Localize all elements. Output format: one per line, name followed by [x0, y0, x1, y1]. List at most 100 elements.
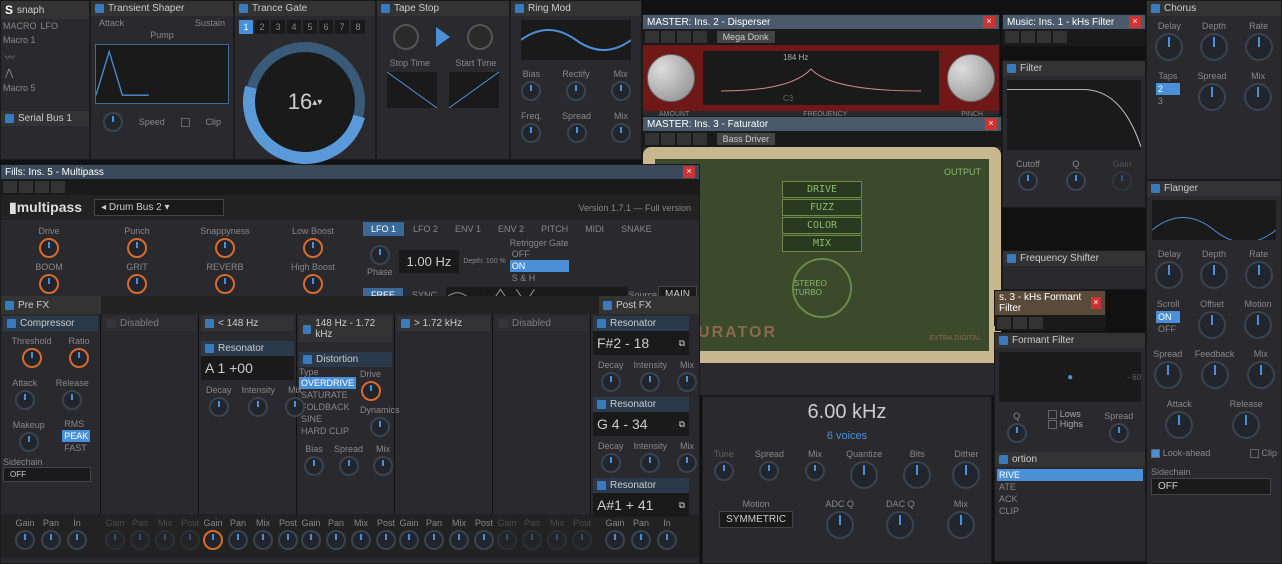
dist-sine[interactable]: SINE — [299, 413, 356, 425]
attack-knob[interactable] — [15, 390, 35, 410]
sidechain-select[interactable]: OFF — [1151, 478, 1271, 495]
intensity-knob[interactable] — [640, 453, 660, 473]
depth-knob[interactable] — [1200, 261, 1228, 289]
midi-tab[interactable]: MIDI — [577, 222, 612, 236]
pan-knob[interactable] — [631, 530, 651, 550]
motion-knob[interactable] — [1244, 311, 1272, 339]
pan-knob[interactable] — [522, 530, 542, 550]
step[interactable]: 7 — [335, 20, 349, 34]
tool-button[interactable] — [693, 31, 707, 43]
step[interactable]: 3 — [271, 20, 285, 34]
tune-knob[interactable] — [714, 461, 734, 481]
mix-knob[interactable] — [611, 123, 631, 143]
resonator-value[interactable]: F#2 - 18⧉ — [593, 331, 689, 355]
rate-knob[interactable] — [1245, 33, 1273, 61]
mix-knob[interactable] — [1247, 361, 1275, 389]
resonator-value[interactable]: A 1 +00 — [201, 356, 294, 380]
lfo1-tab[interactable]: LFO 1 — [363, 222, 404, 236]
trance-dial[interactable]: 16▴▾ — [245, 42, 365, 162]
close-icon[interactable]: × — [985, 118, 997, 130]
punch-knob[interactable] — [127, 238, 147, 258]
ret-on[interactable]: ON — [510, 260, 569, 272]
mix-knob[interactable] — [947, 511, 975, 539]
step[interactable]: 1 — [239, 20, 253, 34]
freq-knob[interactable] — [521, 123, 541, 143]
gain-knob[interactable] — [301, 530, 321, 550]
intensity-knob[interactable] — [248, 397, 268, 417]
spread-knob[interactable] — [1198, 83, 1226, 111]
start-curve[interactable] — [449, 72, 499, 108]
mix-knob[interactable] — [351, 530, 371, 550]
tool-button[interactable] — [693, 133, 707, 145]
color-button[interactable]: COLOR — [782, 217, 862, 234]
lfo2-tab[interactable]: LFO 2 — [405, 222, 446, 236]
close-icon[interactable]: × — [983, 16, 995, 28]
close-icon[interactable]: × — [1091, 297, 1101, 309]
snake-tab[interactable]: SNAKE — [613, 222, 660, 236]
step[interactable]: 5 — [303, 20, 317, 34]
step[interactable]: 8 — [351, 20, 365, 34]
close-icon[interactable]: × — [683, 166, 695, 178]
pan-knob[interactable] — [326, 530, 346, 550]
ratio-knob[interactable] — [69, 348, 89, 368]
play-button[interactable] — [436, 27, 450, 47]
sidechain-select[interactable]: OFF — [3, 467, 91, 482]
pan-knob[interactable] — [130, 530, 150, 550]
tool-button[interactable] — [677, 31, 691, 43]
quantize-knob[interactable] — [850, 461, 878, 489]
cutoff-knob[interactable] — [1018, 171, 1038, 191]
rms-opt[interactable]: RMS — [62, 418, 90, 430]
post-knob[interactable] — [278, 530, 298, 550]
freq-display[interactable]: 184 Hz C3 — [703, 51, 939, 105]
dacq-knob[interactable] — [886, 511, 914, 539]
makeup-knob[interactable] — [19, 432, 39, 452]
spread-knob[interactable] — [339, 456, 359, 476]
dist-saturate[interactable]: SATURATE — [299, 389, 356, 401]
drive-knob[interactable] — [361, 381, 381, 401]
intensity-knob[interactable] — [640, 372, 660, 392]
post-knob[interactable] — [376, 530, 396, 550]
tool-button[interactable] — [1005, 31, 1019, 43]
boom-knob[interactable] — [39, 274, 59, 294]
offset-knob[interactable] — [1198, 311, 1226, 339]
dynamics-knob[interactable] — [370, 417, 390, 437]
mix-knob[interactable] — [611, 81, 631, 101]
in-knob[interactable] — [657, 530, 677, 550]
mix-knob[interactable] — [449, 530, 469, 550]
dist-overdrive[interactable]: OVERDRIVE — [299, 377, 356, 389]
feedback-knob[interactable] — [1201, 361, 1229, 389]
tool-button[interactable] — [661, 133, 675, 145]
tool-button[interactable] — [997, 317, 1011, 329]
peak-opt[interactable]: PEAK — [62, 430, 90, 442]
amount-knob[interactable] — [647, 54, 695, 102]
dist-hardclip[interactable]: HARD CLIP — [299, 425, 356, 437]
preset-select[interactable]: ◂ Drum Bus 2 ▾ — [94, 199, 224, 216]
bias-knob[interactable] — [304, 456, 324, 476]
close-icon[interactable]: × — [1129, 16, 1141, 28]
drive-button[interactable]: DRIVE — [782, 181, 862, 198]
preset-name[interactable]: Mega Donk — [717, 31, 775, 43]
pitch-tab[interactable]: PITCH — [533, 222, 576, 236]
tool-button[interactable] — [35, 181, 49, 193]
gain-knob[interactable] — [203, 530, 223, 550]
tool-button[interactable] — [19, 181, 33, 193]
q-knob[interactable] — [1066, 171, 1086, 191]
tool-button[interactable] — [645, 133, 659, 145]
pan-knob[interactable] — [228, 530, 248, 550]
dist-foldback[interactable]: FOLDBACK — [299, 401, 356, 413]
clip-checkbox[interactable] — [1250, 449, 1259, 458]
rectify-knob[interactable] — [566, 81, 586, 101]
rate-knob[interactable] — [1245, 261, 1273, 289]
tool-button[interactable] — [1037, 31, 1051, 43]
in-knob[interactable] — [67, 530, 87, 550]
gain-knob[interactable] — [605, 530, 625, 550]
post-knob[interactable] — [474, 530, 494, 550]
step[interactable]: 6 — [319, 20, 333, 34]
dist-type[interactable]: CLIP — [997, 505, 1143, 517]
clip-checkbox[interactable] — [181, 118, 190, 127]
stereo-turbo-button[interactable]: STEREO TURBO — [792, 258, 852, 318]
preset-name[interactable]: Bass Driver — [717, 133, 776, 145]
dist-type[interactable]: ACK — [997, 493, 1143, 505]
mix-button[interactable]: MIX — [782, 235, 862, 252]
step[interactable]: 2 — [255, 20, 269, 34]
